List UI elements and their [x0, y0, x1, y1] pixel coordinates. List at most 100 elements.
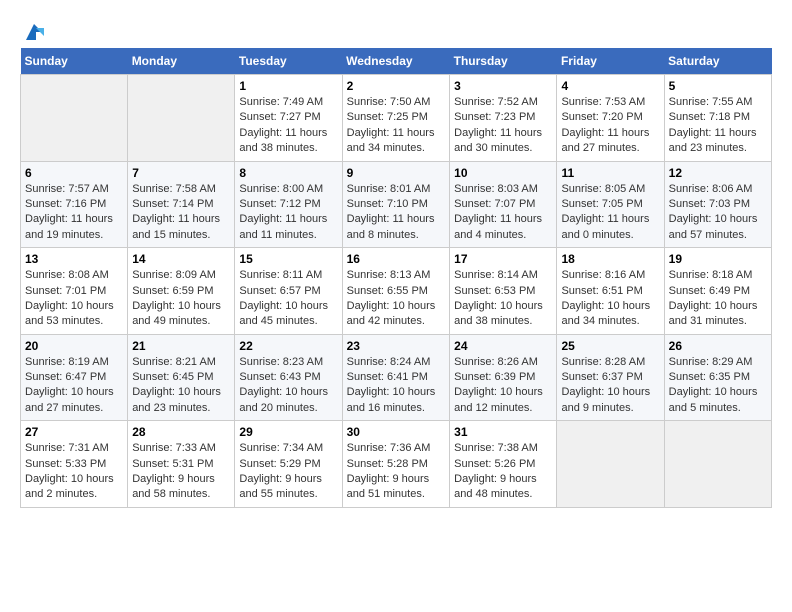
sunset: Sunset: 6:45 PM — [132, 371, 213, 383]
weekday-header-row: SundayMondayTuesdayWednesdayThursdayFrid… — [21, 48, 772, 75]
daylight: Daylight: 11 hours and 15 minutes. — [132, 213, 220, 240]
daylight: Daylight: 9 hours and 55 minutes. — [239, 473, 322, 500]
day-info: Sunrise: 8:14 AM Sunset: 6:53 PM Dayligh… — [454, 268, 552, 330]
calendar-table: SundayMondayTuesdayWednesdayThursdayFrid… — [20, 48, 772, 508]
day-info: Sunrise: 8:21 AM Sunset: 6:45 PM Dayligh… — [132, 355, 230, 417]
day-number: 11 — [561, 166, 659, 180]
daylight: Daylight: 10 hours and 23 minutes. — [132, 386, 221, 413]
sunrise: Sunrise: 7:33 AM — [132, 442, 216, 454]
calendar-cell: 28 Sunrise: 7:33 AM Sunset: 5:31 PM Dayl… — [128, 421, 235, 508]
calendar-cell: 9 Sunrise: 8:01 AM Sunset: 7:10 PM Dayli… — [342, 161, 450, 248]
sunset: Sunset: 6:57 PM — [239, 285, 320, 297]
sunset: Sunset: 7:18 PM — [669, 111, 750, 123]
day-info: Sunrise: 8:16 AM Sunset: 6:51 PM Dayligh… — [561, 268, 659, 330]
daylight: Daylight: 11 hours and 30 minutes. — [454, 127, 542, 154]
day-number: 21 — [132, 339, 230, 353]
sunset: Sunset: 7:01 PM — [25, 285, 106, 297]
weekday-header: Friday — [557, 48, 664, 75]
sunset: Sunset: 7:16 PM — [25, 198, 106, 210]
sunset: Sunset: 6:49 PM — [669, 285, 750, 297]
page-header — [20, 20, 772, 38]
daylight: Daylight: 10 hours and 20 minutes. — [239, 386, 328, 413]
calendar-cell: 13 Sunrise: 8:08 AM Sunset: 7:01 PM Dayl… — [21, 248, 128, 335]
sunrise: Sunrise: 8:16 AM — [561, 269, 645, 281]
day-number: 19 — [669, 252, 767, 266]
sunrise: Sunrise: 8:23 AM — [239, 356, 323, 368]
day-number: 15 — [239, 252, 337, 266]
sunrise: Sunrise: 7:36 AM — [347, 442, 431, 454]
day-number: 28 — [132, 425, 230, 439]
sunset: Sunset: 6:53 PM — [454, 285, 535, 297]
day-number: 5 — [669, 79, 767, 93]
daylight: Daylight: 10 hours and 42 minutes. — [347, 300, 436, 327]
daylight: Daylight: 10 hours and 27 minutes. — [25, 386, 114, 413]
calendar-week-row: 27 Sunrise: 7:31 AM Sunset: 5:33 PM Dayl… — [21, 421, 772, 508]
day-number: 23 — [347, 339, 446, 353]
calendar-cell: 29 Sunrise: 7:34 AM Sunset: 5:29 PM Dayl… — [235, 421, 342, 508]
day-info: Sunrise: 8:06 AM Sunset: 7:03 PM Dayligh… — [669, 182, 767, 244]
day-info: Sunrise: 8:18 AM Sunset: 6:49 PM Dayligh… — [669, 268, 767, 330]
calendar-cell: 20 Sunrise: 8:19 AM Sunset: 6:47 PM Dayl… — [21, 334, 128, 421]
day-number: 10 — [454, 166, 552, 180]
calendar-cell: 1 Sunrise: 7:49 AM Sunset: 7:27 PM Dayli… — [235, 75, 342, 162]
day-info: Sunrise: 8:01 AM Sunset: 7:10 PM Dayligh… — [347, 182, 446, 244]
sunset: Sunset: 6:41 PM — [347, 371, 428, 383]
sunset: Sunset: 6:37 PM — [561, 371, 642, 383]
sunrise: Sunrise: 8:08 AM — [25, 269, 109, 281]
day-info: Sunrise: 8:19 AM Sunset: 6:47 PM Dayligh… — [25, 355, 123, 417]
day-number: 12 — [669, 166, 767, 180]
day-info: Sunrise: 7:53 AM Sunset: 7:20 PM Dayligh… — [561, 95, 659, 157]
day-number: 13 — [25, 252, 123, 266]
sunset: Sunset: 6:59 PM — [132, 285, 213, 297]
weekday-header: Monday — [128, 48, 235, 75]
sunset: Sunset: 5:31 PM — [132, 458, 213, 470]
daylight: Daylight: 11 hours and 34 minutes. — [347, 127, 435, 154]
sunset: Sunset: 7:05 PM — [561, 198, 642, 210]
sunrise: Sunrise: 8:13 AM — [347, 269, 431, 281]
calendar-cell: 30 Sunrise: 7:36 AM Sunset: 5:28 PM Dayl… — [342, 421, 450, 508]
calendar-cell: 14 Sunrise: 8:09 AM Sunset: 6:59 PM Dayl… — [128, 248, 235, 335]
daylight: Daylight: 10 hours and 31 minutes. — [669, 300, 758, 327]
daylight: Daylight: 10 hours and 49 minutes. — [132, 300, 221, 327]
calendar-cell: 4 Sunrise: 7:53 AM Sunset: 7:20 PM Dayli… — [557, 75, 664, 162]
daylight: Daylight: 11 hours and 23 minutes. — [669, 127, 757, 154]
sunrise: Sunrise: 8:11 AM — [239, 269, 322, 281]
day-number: 9 — [347, 166, 446, 180]
day-info: Sunrise: 7:52 AM Sunset: 7:23 PM Dayligh… — [454, 95, 552, 157]
daylight: Daylight: 10 hours and 45 minutes. — [239, 300, 328, 327]
sunset: Sunset: 6:43 PM — [239, 371, 320, 383]
calendar-cell: 21 Sunrise: 8:21 AM Sunset: 6:45 PM Dayl… — [128, 334, 235, 421]
sunrise: Sunrise: 7:57 AM — [25, 183, 109, 195]
sunrise: Sunrise: 7:38 AM — [454, 442, 538, 454]
calendar-week-row: 13 Sunrise: 8:08 AM Sunset: 7:01 PM Dayl… — [21, 248, 772, 335]
sunrise: Sunrise: 8:05 AM — [561, 183, 645, 195]
sunrise: Sunrise: 8:01 AM — [347, 183, 431, 195]
day-number: 30 — [347, 425, 446, 439]
day-number: 20 — [25, 339, 123, 353]
sunset: Sunset: 7:14 PM — [132, 198, 213, 210]
sunset: Sunset: 6:39 PM — [454, 371, 535, 383]
weekday-header: Tuesday — [235, 48, 342, 75]
day-info: Sunrise: 8:09 AM Sunset: 6:59 PM Dayligh… — [132, 268, 230, 330]
day-number: 3 — [454, 79, 552, 93]
day-info: Sunrise: 8:03 AM Sunset: 7:07 PM Dayligh… — [454, 182, 552, 244]
sunrise: Sunrise: 8:29 AM — [669, 356, 753, 368]
calendar-cell: 5 Sunrise: 7:55 AM Sunset: 7:18 PM Dayli… — [664, 75, 771, 162]
sunset: Sunset: 6:55 PM — [347, 285, 428, 297]
weekday-header: Thursday — [450, 48, 557, 75]
day-info: Sunrise: 8:11 AM Sunset: 6:57 PM Dayligh… — [239, 268, 337, 330]
calendar-cell: 6 Sunrise: 7:57 AM Sunset: 7:16 PM Dayli… — [21, 161, 128, 248]
calendar-cell: 10 Sunrise: 8:03 AM Sunset: 7:07 PM Dayl… — [450, 161, 557, 248]
logo-icon — [22, 20, 46, 44]
daylight: Daylight: 11 hours and 38 minutes. — [239, 127, 327, 154]
daylight: Daylight: 10 hours and 9 minutes. — [561, 386, 650, 413]
daylight: Daylight: 9 hours and 51 minutes. — [347, 473, 430, 500]
day-info: Sunrise: 7:50 AM Sunset: 7:25 PM Dayligh… — [347, 95, 446, 157]
day-info: Sunrise: 8:13 AM Sunset: 6:55 PM Dayligh… — [347, 268, 446, 330]
day-info: Sunrise: 7:36 AM Sunset: 5:28 PM Dayligh… — [347, 441, 446, 503]
daylight: Daylight: 10 hours and 38 minutes. — [454, 300, 543, 327]
calendar-week-row: 20 Sunrise: 8:19 AM Sunset: 6:47 PM Dayl… — [21, 334, 772, 421]
day-info: Sunrise: 7:55 AM Sunset: 7:18 PM Dayligh… — [669, 95, 767, 157]
calendar-cell: 25 Sunrise: 8:28 AM Sunset: 6:37 PM Dayl… — [557, 334, 664, 421]
day-info: Sunrise: 8:24 AM Sunset: 6:41 PM Dayligh… — [347, 355, 446, 417]
